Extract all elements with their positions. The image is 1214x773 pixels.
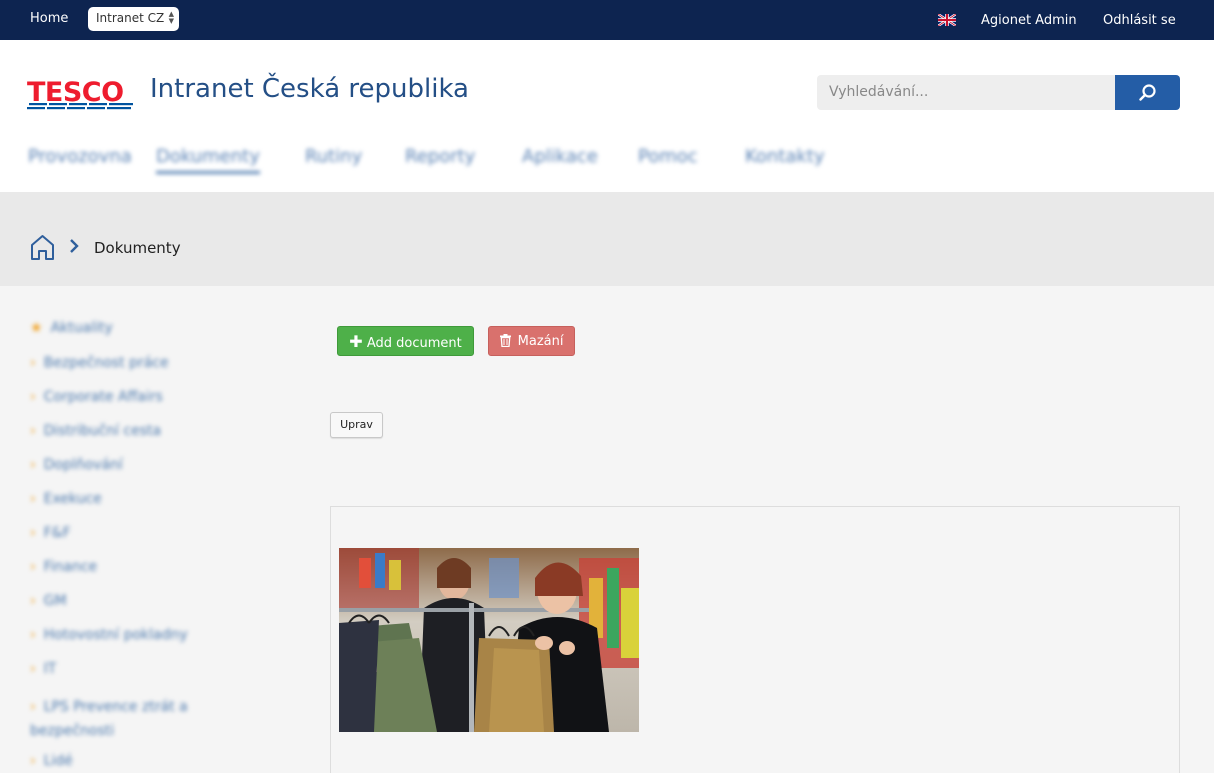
sidebar-item-doplnovani[interactable]: › Doplňování — [30, 457, 123, 473]
store-photo[interactable] — [339, 548, 639, 732]
nav-item-reporty[interactable]: Reporty — [405, 146, 475, 167]
chevron-icon: › — [30, 627, 36, 643]
breadcrumb-current: Dokumenty — [94, 239, 181, 257]
select-arrows-icon: ▲ ▼ — [168, 10, 174, 25]
nav-item-kontakty[interactable]: Kontakty — [745, 146, 825, 167]
sidebar-item-lide[interactable]: › Lidé — [30, 753, 73, 769]
breadcrumb: Dokumenty — [0, 192, 1214, 286]
chevron-icon: › — [30, 753, 36, 769]
main-nav: Provozovna Dokumenty Rutiny Reporty Apli… — [0, 146, 900, 176]
home-link[interactable]: Home — [30, 11, 68, 26]
sidebar-item-it[interactable]: › IT — [30, 661, 56, 677]
sidebar: ★ Aktuality › Bezpečnost práce › Corporate … — [0, 286, 240, 773]
sidebar-item-label: F&F — [43, 525, 71, 541]
search-input[interactable]: Vyhledávání... — [817, 75, 1116, 110]
sidebar-item-finance[interactable]: › Finance — [30, 559, 97, 575]
sidebar-item-label: Doplňování — [43, 457, 123, 473]
chevron-icon: › — [30, 699, 36, 715]
nav-item-dokumenty[interactable]: Dokumenty — [156, 146, 260, 174]
sidebar-item-label: Aktuality — [50, 320, 113, 336]
sidebar-item-corporate[interactable]: › Corporate Affairs — [30, 389, 163, 405]
user-name[interactable]: Agionet Admin — [981, 13, 1077, 28]
sidebar-item-label: LPS Prevence ztrát a bezpečnosti — [30, 699, 188, 739]
nav-item-pomoc[interactable]: Pomoc — [638, 146, 698, 167]
sidebar-item-ff[interactable]: › F&F — [30, 525, 71, 541]
sidebar-item-label: Corporate Affairs — [43, 389, 163, 405]
nav-item-aplikace[interactable]: Aplikace — [522, 146, 598, 167]
chevron-icon: › — [30, 559, 36, 575]
sidebar-item-label: GM — [43, 593, 67, 609]
top-bar: Home Intranet CZ ▲ ▼ Agionet Admin Odhlás… — [0, 0, 1214, 40]
chevron-icon: › — [30, 423, 36, 439]
add-document-button[interactable]: ✚ Add document — [337, 326, 474, 356]
search-button[interactable] — [1115, 75, 1180, 110]
sidebar-item-gm[interactable]: › GM — [30, 593, 67, 609]
sidebar-item-lps[interactable]: › LPS Prevence ztrát a bezpečnosti — [30, 695, 220, 743]
chevron-icon: › — [30, 661, 36, 677]
sidebar-item-exekuce[interactable]: › Exekuce — [30, 491, 102, 507]
search-icon — [1139, 84, 1156, 101]
chevron-icon: › — [30, 491, 36, 507]
chevron-icon: › — [30, 593, 36, 609]
chevron-icon: › — [30, 355, 36, 371]
site-header: TESCO Intranet Česká republika Vyhledává… — [0, 40, 1214, 192]
chevron-icon: › — [30, 457, 36, 473]
sidebar-item-hotovostni[interactable]: › Hotovostní pokladny — [30, 627, 188, 643]
sidebar-item-distribucni[interactable]: › Distribuční cesta — [30, 423, 161, 439]
sidebar-item-label: Finance — [43, 559, 98, 575]
add-document-label: Add document — [366, 336, 462, 351]
sidebar-item-label: Hotovostní pokladny — [43, 627, 188, 643]
sidebar-item-bezpecnost[interactable]: › Bezpečnost práce — [30, 355, 169, 371]
chevron-icon: › — [30, 389, 36, 405]
sidebar-item-label: Exekuce — [43, 491, 102, 507]
plus-icon: ✚ — [349, 332, 363, 351]
edit-button[interactable]: Uprav — [330, 412, 383, 438]
uk-flag-icon[interactable] — [938, 14, 956, 26]
home-icon[interactable] — [30, 234, 55, 260]
tesco-logo[interactable]: TESCO — [27, 78, 137, 112]
logout-link[interactable]: Odhlásit se — [1103, 13, 1176, 28]
site-select[interactable]: Intranet CZ ▲ ▼ — [88, 7, 179, 31]
chevron-icon: › — [30, 525, 36, 541]
sidebar-item-label: IT — [43, 661, 57, 677]
star-icon: ★ — [30, 320, 43, 336]
delete-button[interactable]: Mazání — [488, 326, 575, 356]
sidebar-item-label: Lidé — [43, 753, 73, 769]
chevron-right-icon — [70, 239, 79, 253]
sidebar-item-aktuality[interactable]: ★ Aktuality — [30, 320, 113, 336]
trash-icon — [499, 334, 511, 348]
sidebar-item-label: Bezpečnost práce — [43, 355, 169, 371]
site-select-value: Intranet CZ — [96, 11, 165, 25]
site-title: Intranet Česká republika — [150, 74, 469, 104]
nav-item-rutiny[interactable]: Rutiny — [305, 146, 362, 167]
delete-label: Mazání — [517, 334, 564, 349]
sidebar-item-label: Distribuční cesta — [43, 423, 162, 439]
nav-item-provozovna[interactable]: Provozovna — [28, 146, 132, 167]
